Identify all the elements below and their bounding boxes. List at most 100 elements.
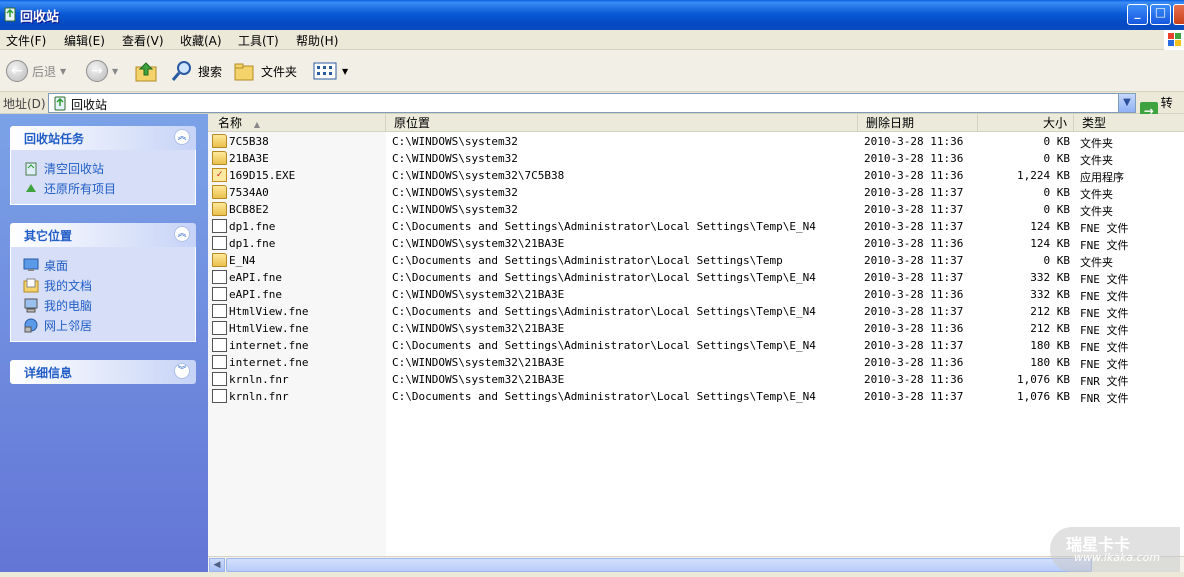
column-location[interactable]: 原位置 [386, 114, 858, 132]
file-name: internet.fne [229, 339, 309, 352]
file-name: 7534A0 [229, 186, 269, 199]
address-value: 回收站 [71, 98, 108, 112]
forward-button[interactable]: → ▼ [86, 58, 118, 84]
file-row[interactable]: HtmlView.fne C:\WINDOWS\system32\21BA3E 20… [208, 320, 1184, 337]
deleted-date: 2010-3-28 11:36 [864, 237, 964, 250]
menu-file[interactable]: 文件(F) [6, 32, 46, 49]
menu-edit[interactable]: 编辑(E) [64, 32, 105, 49]
deleted-date: 2010-3-28 11:36 [864, 356, 964, 369]
recycle-tasks-header[interactable]: 回收站任务 ︽ [10, 126, 196, 150]
file-type: 文件夹 [1080, 256, 1113, 269]
file-row[interactable]: eAPI.fne C:\Documents and Settings\Admini… [208, 269, 1184, 286]
original-location: C:\Documents and Settings\Administrator\… [392, 390, 816, 403]
my-computer-icon [23, 297, 39, 313]
file-icon [212, 270, 227, 284]
file-row[interactable]: 7C5B38 C:\WINDOWS\system32 2010-3-28 11:36… [208, 133, 1184, 150]
empty-recycle-bin-link[interactable]: 清空回收站 [23, 158, 195, 178]
back-button[interactable]: ← 后退 ▼ [6, 58, 66, 84]
watermark-logo: 瑞星卡卡 www.ikaka.com [1050, 527, 1180, 572]
scroll-thumb[interactable] [226, 558, 1092, 572]
file-icon [212, 287, 227, 301]
file-row[interactable]: E_N4 C:\Documents and Settings\Administra… [208, 252, 1184, 269]
address-dropdown-button[interactable]: ▼ [1118, 94, 1135, 112]
folders-button[interactable]: 文件夹 [233, 58, 297, 84]
details-title: 详细信息 [24, 366, 73, 380]
my-computer-link[interactable]: 我的电脑 [23, 295, 195, 315]
file-row[interactable]: krnln.fnr C:\Documents and Settings\Admin… [208, 388, 1184, 405]
file-row[interactable]: HtmlView.fne C:\Documents and Settings\Ad… [208, 303, 1184, 320]
desktop-link[interactable]: 桌面 [23, 255, 195, 275]
network-places-link[interactable]: 网上邻居 [23, 315, 195, 335]
task-pane: 回收站任务 ︽ 清空回收站 还原所有项目 其它位置 ︽ 桌面 我的文档 我的电脑… [0, 114, 208, 572]
collapse-icon[interactable]: ︽ [174, 226, 190, 242]
maximize-button[interactable]: □ [1150, 4, 1171, 25]
other-places-title: 其它位置 [24, 229, 73, 243]
collapse-icon[interactable]: ︽ [174, 129, 190, 145]
address-bar: 地址(D) 回收站 ▼ → 转到 [0, 92, 1184, 127]
original-location: C:\WINDOWS\system32\21BA3E [392, 288, 565, 301]
my-documents-link[interactable]: 我的文档 [23, 275, 195, 295]
file-row[interactable]: internet.fne C:\WINDOWS\system32\21BA3E 20… [208, 354, 1184, 371]
file-type: FNR 文件 [1080, 375, 1129, 388]
original-location: C:\Documents and Settings\Administrator\… [392, 271, 816, 284]
file-row[interactable]: 7534A0 C:\WINDOWS\system32 2010-3-28 11:37… [208, 184, 1184, 201]
toolbar: ← 后退 ▼ → ▼ 搜索 文件夹 ▼ [0, 50, 1184, 92]
file-row[interactable]: dp1.fne C:\WINDOWS\system32\21BA3E 2010-3-… [208, 235, 1184, 252]
menu-view[interactable]: 查看(V) [122, 32, 164, 49]
address-input[interactable]: 回收站 ▼ [48, 93, 1136, 113]
column-size[interactable]: 大小 [978, 114, 1074, 132]
file-name: HtmlView.fne [229, 305, 309, 318]
folder-icon [212, 202, 227, 216]
file-name: 21BA3E [229, 152, 269, 165]
up-folder-button[interactable] [134, 58, 158, 84]
file-row[interactable]: internet.fne C:\Documents and Settings\Ad… [208, 337, 1184, 354]
file-type: 文件夹 [1080, 137, 1113, 150]
original-location: C:\WINDOWS\system32\7C5B38 [392, 169, 565, 182]
scroll-left-button[interactable]: ◀ [209, 558, 225, 572]
folder-icon [234, 63, 254, 81]
column-type[interactable]: 类型 [1074, 114, 1184, 132]
expand-icon[interactable]: ︾ [174, 363, 190, 379]
restore-all-link[interactable]: 还原所有项目 [23, 178, 195, 198]
deleted-date: 2010-3-28 11:37 [864, 390, 964, 403]
original-location: C:\WINDOWS\system32\21BA3E [392, 373, 565, 386]
file-name: 169D15.EXE [229, 169, 296, 182]
recycle-tasks-panel: 回收站任务 ︽ 清空回收站 还原所有项目 [10, 126, 196, 205]
file-row[interactable]: dp1.fne C:\Documents and Settings\Adminis… [208, 218, 1184, 235]
recycle-bin-icon [2, 6, 18, 22]
file-row[interactable]: krnln.fnr C:\WINDOWS\system32\21BA3E 2010-… [208, 371, 1184, 388]
file-name: 7C5B38 [229, 135, 269, 148]
column-name[interactable]: 名称 ▲ [208, 114, 386, 132]
column-deleted[interactable]: 删除日期 [858, 114, 978, 132]
recycle-bin-icon [23, 160, 39, 176]
menu-tools[interactable]: 工具(T) [238, 32, 279, 49]
file-icon [212, 389, 227, 403]
file-type: FNE 文件 [1080, 341, 1129, 354]
original-location: C:\Documents and Settings\Administrator\… [392, 220, 816, 233]
search-button[interactable]: 搜索 [170, 58, 222, 84]
file-type: FNR 文件 [1080, 392, 1129, 405]
horizontal-scrollbar[interactable]: ◀ [208, 556, 1184, 572]
file-icon [212, 304, 227, 318]
menu-favorites[interactable]: 收藏(A) [180, 32, 222, 49]
file-type: FNE 文件 [1080, 222, 1129, 235]
file-row[interactable]: BCB8E2 C:\WINDOWS\system32 2010-3-28 11:37… [208, 201, 1184, 218]
menu-help[interactable]: 帮助(H) [296, 32, 338, 49]
file-row[interactable]: ✓ 169D15.EXE C:\WINDOWS\system32\7C5B38 201… [208, 167, 1184, 184]
close-button[interactable] [1173, 4, 1184, 25]
file-row[interactable]: eAPI.fne C:\WINDOWS\system32\21BA3E 2010-3… [208, 286, 1184, 303]
file-size: 1,076 KB [1017, 373, 1070, 386]
file-size: 0 KB [1043, 152, 1071, 165]
file-row[interactable]: 21BA3E C:\WINDOWS\system32 2010-3-28 11:36… [208, 150, 1184, 167]
address-label: 地址(D) [3, 97, 46, 111]
details-header[interactable]: 详细信息 ︾ [10, 360, 196, 384]
views-button[interactable]: ▼ [312, 58, 348, 84]
watermark-url: www.ikaka.com [1074, 551, 1161, 564]
views-icon [313, 62, 337, 80]
minimize-button[interactable]: _ [1127, 4, 1148, 25]
other-places-header[interactable]: 其它位置 ︽ [10, 223, 196, 247]
deleted-date: 2010-3-28 11:37 [864, 339, 964, 352]
original-location: C:\WINDOWS\system32 [392, 186, 518, 199]
file-type: FNE 文件 [1080, 239, 1129, 252]
desktop-icon [23, 257, 39, 273]
